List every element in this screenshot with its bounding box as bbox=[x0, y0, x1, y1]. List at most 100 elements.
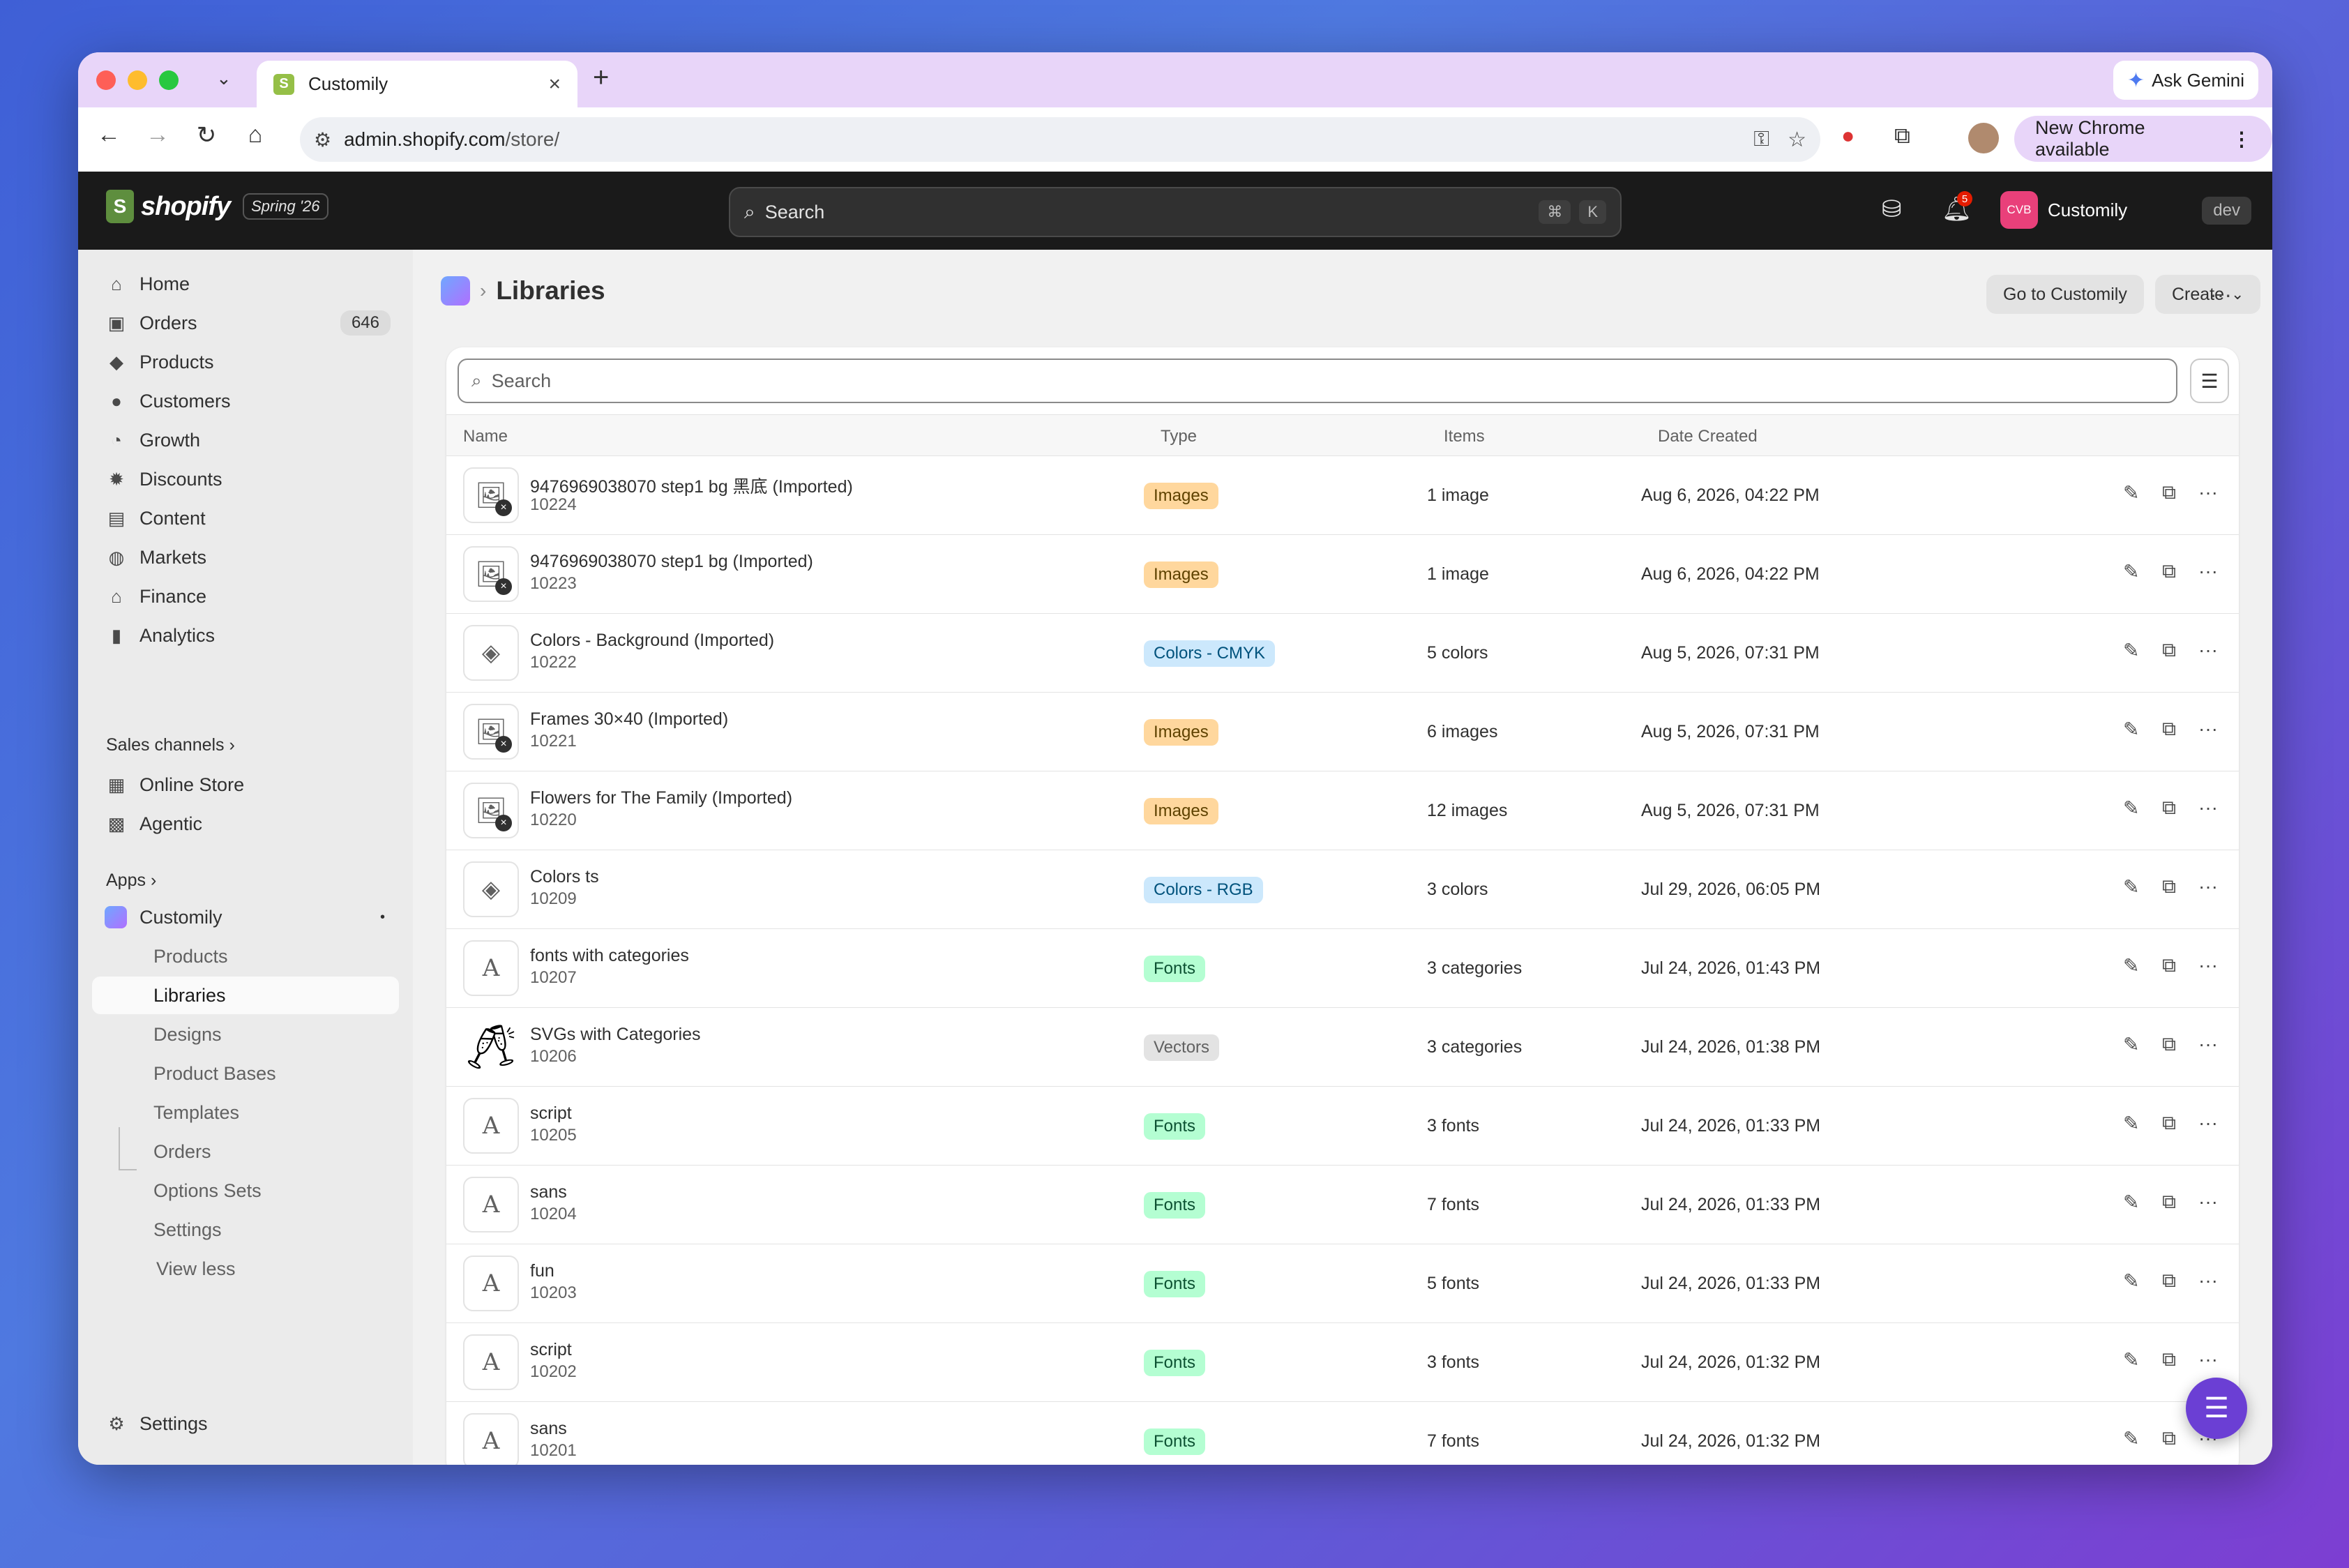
row-more-actions-icon[interactable]: ··· bbox=[2198, 560, 2218, 582]
row-more-actions-icon[interactable]: ··· bbox=[2198, 875, 2218, 898]
sidebar-item-agentic[interactable]: ▩ Agentic bbox=[92, 805, 399, 843]
sidebar-item-discounts[interactable]: ✹ Discounts bbox=[92, 460, 399, 498]
extensions-puzzle-icon[interactable]: ⧉ bbox=[1894, 123, 1910, 149]
close-tab-icon[interactable]: × bbox=[548, 73, 561, 96]
duplicate-icon[interactable]: ⧉ bbox=[2162, 1033, 2176, 1056]
sidebar-item-home[interactable]: ⌂ Home bbox=[92, 265, 399, 303]
password-key-icon[interactable]: ⚿ bbox=[1753, 128, 1769, 151]
table-row[interactable]: Afonts with categories 10207 Fonts 3 catego… bbox=[446, 929, 2239, 1008]
library-name[interactable]: fun bbox=[530, 1261, 554, 1281]
edit-pencil-icon[interactable]: ✎ bbox=[2123, 1191, 2139, 1214]
browser-tab[interactable]: S Customily × bbox=[257, 61, 577, 107]
edit-pencil-icon[interactable]: ✎ bbox=[2123, 639, 2139, 662]
edit-pencil-icon[interactable]: ✎ bbox=[2123, 1269, 2139, 1292]
minimize-window-button[interactable] bbox=[128, 70, 147, 90]
sidebar-item-finance[interactable]: ⌂ Finance bbox=[92, 578, 399, 615]
row-more-actions-icon[interactable]: ··· bbox=[2198, 954, 2218, 977]
home-icon[interactable]: ⌂ bbox=[239, 121, 272, 149]
table-row[interactable]: Asans 10201 Fonts 7 fonts Jul 24, 2026, 01:3… bbox=[446, 1402, 2239, 1465]
new-chrome-available-button[interactable]: New Chrome available ⋮ bbox=[2014, 116, 2272, 162]
table-row[interactable]: Ascript 10205 Fonts 3 fonts Jul 24, 2026, 01… bbox=[446, 1087, 2239, 1166]
edit-pencil-icon[interactable]: ✎ bbox=[2123, 1112, 2139, 1135]
duplicate-icon[interactable]: ⧉ bbox=[2162, 954, 2176, 977]
edit-pencil-icon[interactable]: ✎ bbox=[2123, 481, 2139, 504]
row-more-actions-icon[interactable]: ··· bbox=[2198, 1112, 2218, 1134]
sidebar-subitem-libraries[interactable]: Libraries bbox=[92, 977, 399, 1014]
forward-icon[interactable]: → bbox=[141, 121, 174, 149]
sidebar-subitem-products[interactable]: Products bbox=[92, 937, 399, 975]
global-search-input[interactable]: ⌕ Search ⌘ K bbox=[729, 187, 1622, 237]
duplicate-icon[interactable]: ⧉ bbox=[2162, 1269, 2176, 1292]
edit-pencil-icon[interactable]: ✎ bbox=[2123, 797, 2139, 820]
duplicate-icon[interactable]: ⧉ bbox=[2162, 875, 2176, 898]
customily-app-icon[interactable] bbox=[441, 276, 470, 306]
reload-icon[interactable]: ↻ bbox=[190, 121, 223, 149]
library-name[interactable]: sans bbox=[530, 1419, 567, 1439]
sidekick-icon[interactable]: ⛁ bbox=[1882, 195, 1902, 223]
sidebar-item-markets[interactable]: ◍ Markets bbox=[92, 538, 399, 576]
sidebar-item-online-store[interactable]: ▦ Online Store bbox=[92, 766, 399, 804]
table-row[interactable]: ◈ Colors - Background (Imported) 10222 Colo… bbox=[446, 614, 2239, 693]
new-tab-button[interactable]: + bbox=[593, 62, 609, 93]
sidebar-subitem-templates[interactable]: Templates bbox=[92, 1094, 399, 1131]
back-icon[interactable]: ← bbox=[92, 121, 126, 149]
sidebar-subitem-product-bases[interactable]: Product Bases bbox=[92, 1055, 399, 1092]
table-row[interactable]: ◈ Colors ts 10209 Colors - RGB 3 colors Jul 2… bbox=[446, 850, 2239, 929]
bookmark-star-icon[interactable]: ☆ bbox=[1788, 128, 1806, 152]
close-window-button[interactable] bbox=[96, 70, 116, 90]
library-name[interactable]: sans bbox=[530, 1182, 567, 1203]
tab-search-chevron-icon[interactable]: ⌄ bbox=[216, 68, 232, 89]
edit-pencil-icon[interactable]: ✎ bbox=[2123, 875, 2139, 898]
table-row[interactable]: 🖼︎ × Frames 30×40 (Imported) 10221 Images 6 i… bbox=[446, 693, 2239, 771]
sales-channels-heading[interactable]: Sales channels › bbox=[106, 735, 235, 755]
sidebar-subitem-settings[interactable]: Settings bbox=[92, 1211, 399, 1249]
row-more-actions-icon[interactable]: ··· bbox=[2198, 1348, 2218, 1371]
duplicate-icon[interactable]: ⧉ bbox=[2162, 1427, 2176, 1450]
row-more-actions-icon[interactable]: ··· bbox=[2198, 1033, 2218, 1055]
table-row[interactable]: 🥂︎ SVGs with Categories 10206 Vectors 3 cate… bbox=[446, 1008, 2239, 1087]
duplicate-icon[interactable]: ⧉ bbox=[2162, 797, 2176, 820]
library-name[interactable]: SVGs with Categories bbox=[530, 1025, 701, 1045]
library-name[interactable]: script bbox=[530, 1103, 572, 1124]
maximize-window-button[interactable] bbox=[159, 70, 179, 90]
library-name[interactable]: Colors - Background (Imported) bbox=[530, 631, 774, 651]
library-name[interactable]: 9476969038070 step1 bg (Imported) bbox=[530, 552, 813, 572]
table-row[interactable]: 🖼︎ × 9476969038070 step1 bg (Imported) 1022… bbox=[446, 535, 2239, 614]
sidebar-item-products[interactable]: ◆ Products bbox=[92, 343, 399, 381]
table-row[interactable]: Ascript 10202 Fonts 3 fonts Jul 24, 2026, 01… bbox=[446, 1323, 2239, 1402]
library-search-input[interactable]: ⌕ Search bbox=[458, 359, 2177, 403]
table-row[interactable]: Afun 10203 Fonts 5 fonts Jul 24, 2026, 01:33… bbox=[446, 1244, 2239, 1323]
ask-gemini-button[interactable]: ✦ Ask Gemini bbox=[2113, 61, 2258, 100]
sidebar-subitem-options-sets[interactable]: Options Sets bbox=[92, 1172, 399, 1209]
page-more-actions-icon[interactable]: ··· bbox=[2201, 275, 2240, 314]
duplicate-icon[interactable]: ⧉ bbox=[2162, 1191, 2176, 1214]
column-header-type[interactable]: Type bbox=[1161, 427, 1197, 446]
row-more-actions-icon[interactable]: ··· bbox=[2198, 718, 2218, 740]
sidebar-item-orders[interactable]: ▣ Orders 646 bbox=[92, 304, 399, 342]
pin-dot-icon[interactable]: • bbox=[380, 910, 385, 926]
site-info-icon[interactable]: ⚙ bbox=[314, 128, 331, 151]
library-name[interactable]: Flowers for The Family (Imported) bbox=[530, 788, 792, 808]
sidebar-item-settings[interactable]: ⚙ Settings bbox=[92, 1405, 399, 1442]
table-row[interactable]: Asans 10204 Fonts 7 fonts Jul 24, 2026, 01:3… bbox=[446, 1166, 2239, 1244]
sidebar-item-content[interactable]: ▤ Content bbox=[92, 499, 399, 537]
profile-avatar[interactable] bbox=[1968, 123, 1999, 153]
row-more-actions-icon[interactable]: ··· bbox=[2198, 797, 2218, 819]
sidebar-item-customers[interactable]: ● Customers bbox=[92, 382, 399, 420]
extension-icon[interactable]: ● bbox=[1841, 123, 1855, 149]
column-header-name[interactable]: Name bbox=[463, 427, 508, 446]
sidebar-item-growth[interactable]: ◔ Growth bbox=[92, 421, 399, 459]
table-row[interactable]: 🖼︎ × Flowers for The Family (Imported) 1022… bbox=[446, 771, 2239, 850]
edit-pencil-icon[interactable]: ✎ bbox=[2123, 1427, 2139, 1450]
table-row[interactable]: 🖼︎ × 9476969038070 step1 bg 黑底 (Imported) 1… bbox=[446, 456, 2239, 535]
edit-pencil-icon[interactable]: ✎ bbox=[2123, 560, 2139, 583]
duplicate-icon[interactable]: ⧉ bbox=[2162, 639, 2176, 662]
sidebar-item-customily[interactable]: Customily • bbox=[92, 898, 399, 936]
library-name[interactable]: script bbox=[530, 1340, 572, 1360]
duplicate-icon[interactable]: ⧉ bbox=[2162, 1112, 2176, 1135]
duplicate-icon[interactable]: ⧉ bbox=[2162, 560, 2176, 583]
library-name[interactable]: fonts with categories bbox=[530, 946, 689, 966]
library-name[interactable]: 9476969038070 step1 bg 黑底 (Imported) bbox=[530, 473, 853, 498]
go-to-customily-button[interactable]: Go to Customily bbox=[1986, 275, 2144, 314]
view-less-link[interactable]: View less bbox=[92, 1250, 399, 1288]
